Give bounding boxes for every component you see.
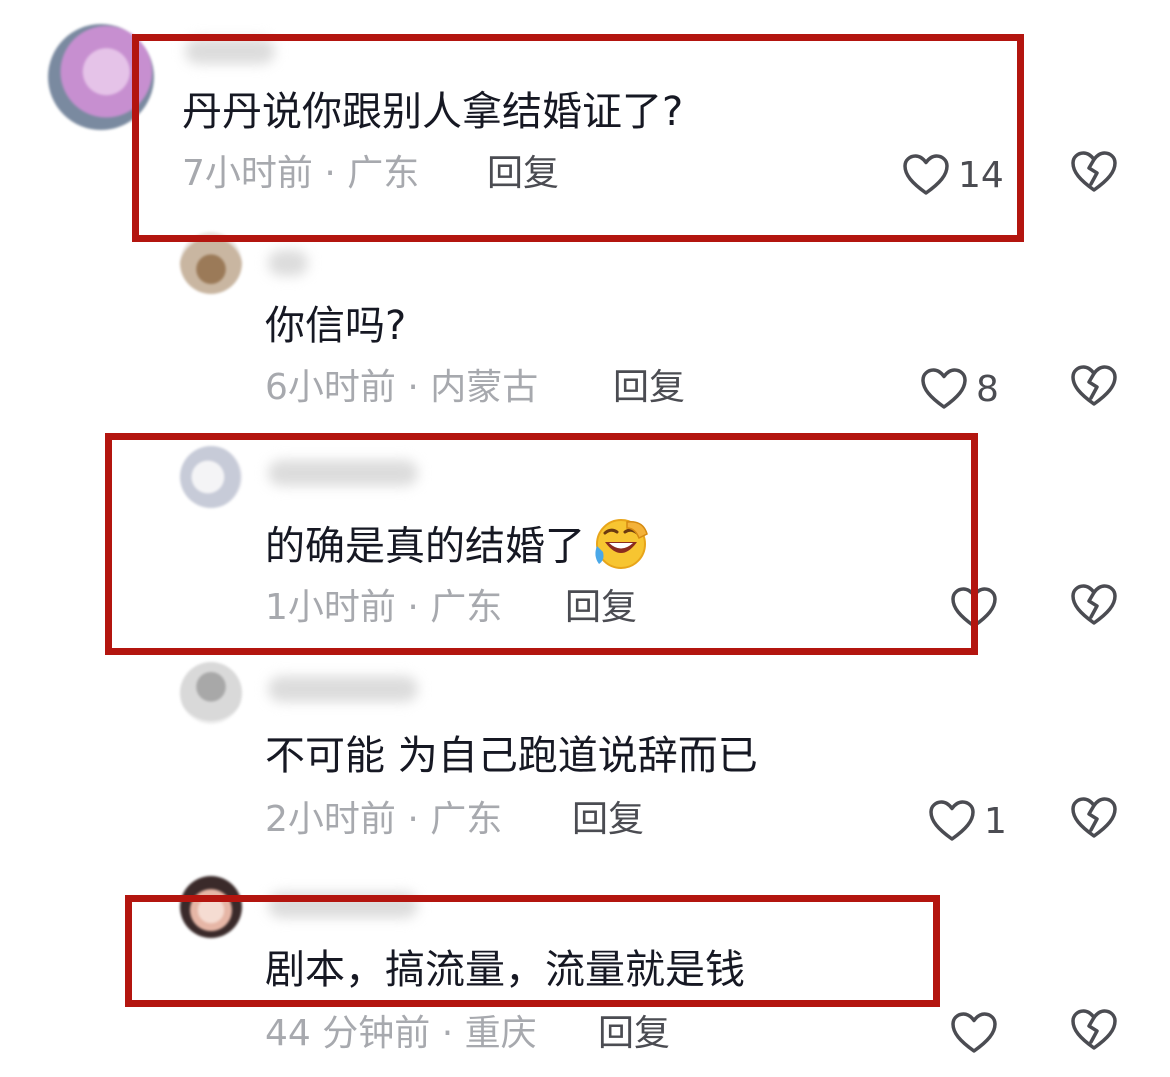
dislike-button[interactable] [1070,364,1120,414]
comment-time: 1小时前 [265,587,396,628]
comment-location: 广东 [430,587,503,628]
heart-outline-icon [902,153,950,197]
broken-heart-icon [1070,796,1120,840]
comment-location: 重庆 [464,1013,537,1054]
reply-button[interactable]: 回复 [487,152,559,196]
comment-time: 44 分钟前 [265,1013,431,1054]
avatar[interactable] [180,446,242,508]
meta-separator: · [407,587,419,628]
broken-heart-icon [1070,364,1120,408]
heart-outline-icon [928,799,976,843]
comment-meta: 1小时前 · 广东 [265,586,502,630]
like-button[interactable] [950,583,998,633]
like-count: 8 [976,368,999,410]
comment-meta: 6小时前 · 内蒙古 [265,366,538,410]
heart-outline-icon [950,1011,998,1055]
broken-heart-icon [1070,1008,1120,1052]
like-button[interactable]: 1 [928,796,1007,846]
comment-time: 7小时前 [182,153,313,194]
comment-location: 广东 [347,153,420,194]
meta-separator: · [407,799,419,840]
broken-heart-icon [1070,583,1120,627]
comment-text: 剧本，搞流量，流量就是钱 [265,947,745,993]
comment-time: 2小时前 [265,799,396,840]
avatar[interactable] [180,876,242,938]
like-button[interactable]: 8 [920,364,999,414]
rofl-emoji-icon [591,516,651,581]
reply-button[interactable]: 回复 [613,366,685,410]
reply-button[interactable]: 回复 [565,586,637,630]
comment-meta: 44 分钟前 · 重庆 [265,1012,537,1056]
comment-meta: 2小时前 · 广东 [265,798,502,842]
comment-location: 内蒙古 [430,367,539,408]
highlight-box [132,34,1024,242]
reply-button[interactable]: 回复 [598,1012,670,1056]
like-count: 14 [958,154,1004,196]
avatar[interactable] [180,662,242,724]
meta-separator: · [407,367,419,408]
comment-text: 不可能 为自己跑道说辞而已 [265,733,758,779]
dislike-button[interactable] [1070,796,1120,846]
reply-button[interactable]: 回复 [572,798,644,842]
meta-separator: · [441,1013,454,1054]
comment-text: 丹丹说你跟别人拿结婚证了? [182,89,684,135]
comment-text-content: 的确是真的结婚了 [265,523,585,570]
username-blurred [268,250,308,276]
username-blurred [268,460,418,486]
avatar[interactable] [180,232,242,294]
heart-outline-icon [950,586,998,630]
avatar[interactable] [48,24,154,130]
comment-location: 广东 [430,799,503,840]
like-button[interactable]: 14 [902,150,1004,200]
like-count: 1 [984,800,1007,842]
heart-outline-icon [920,367,968,411]
username-blurred [268,676,418,702]
comment-text: 的确是真的结婚了 [265,516,651,581]
comment-meta: 7小时前 · 广东 [182,152,419,196]
like-button[interactable] [950,1008,998,1058]
username-blurred [268,892,418,918]
comment-time: 6小时前 [265,367,396,408]
username-blurred [185,38,275,64]
meta-separator: · [324,153,336,194]
comment-text: 你信吗? [265,303,407,349]
broken-heart-icon [1070,150,1120,194]
dislike-button[interactable] [1070,583,1120,633]
dislike-button[interactable] [1070,150,1120,200]
dislike-button[interactable] [1070,1008,1120,1058]
